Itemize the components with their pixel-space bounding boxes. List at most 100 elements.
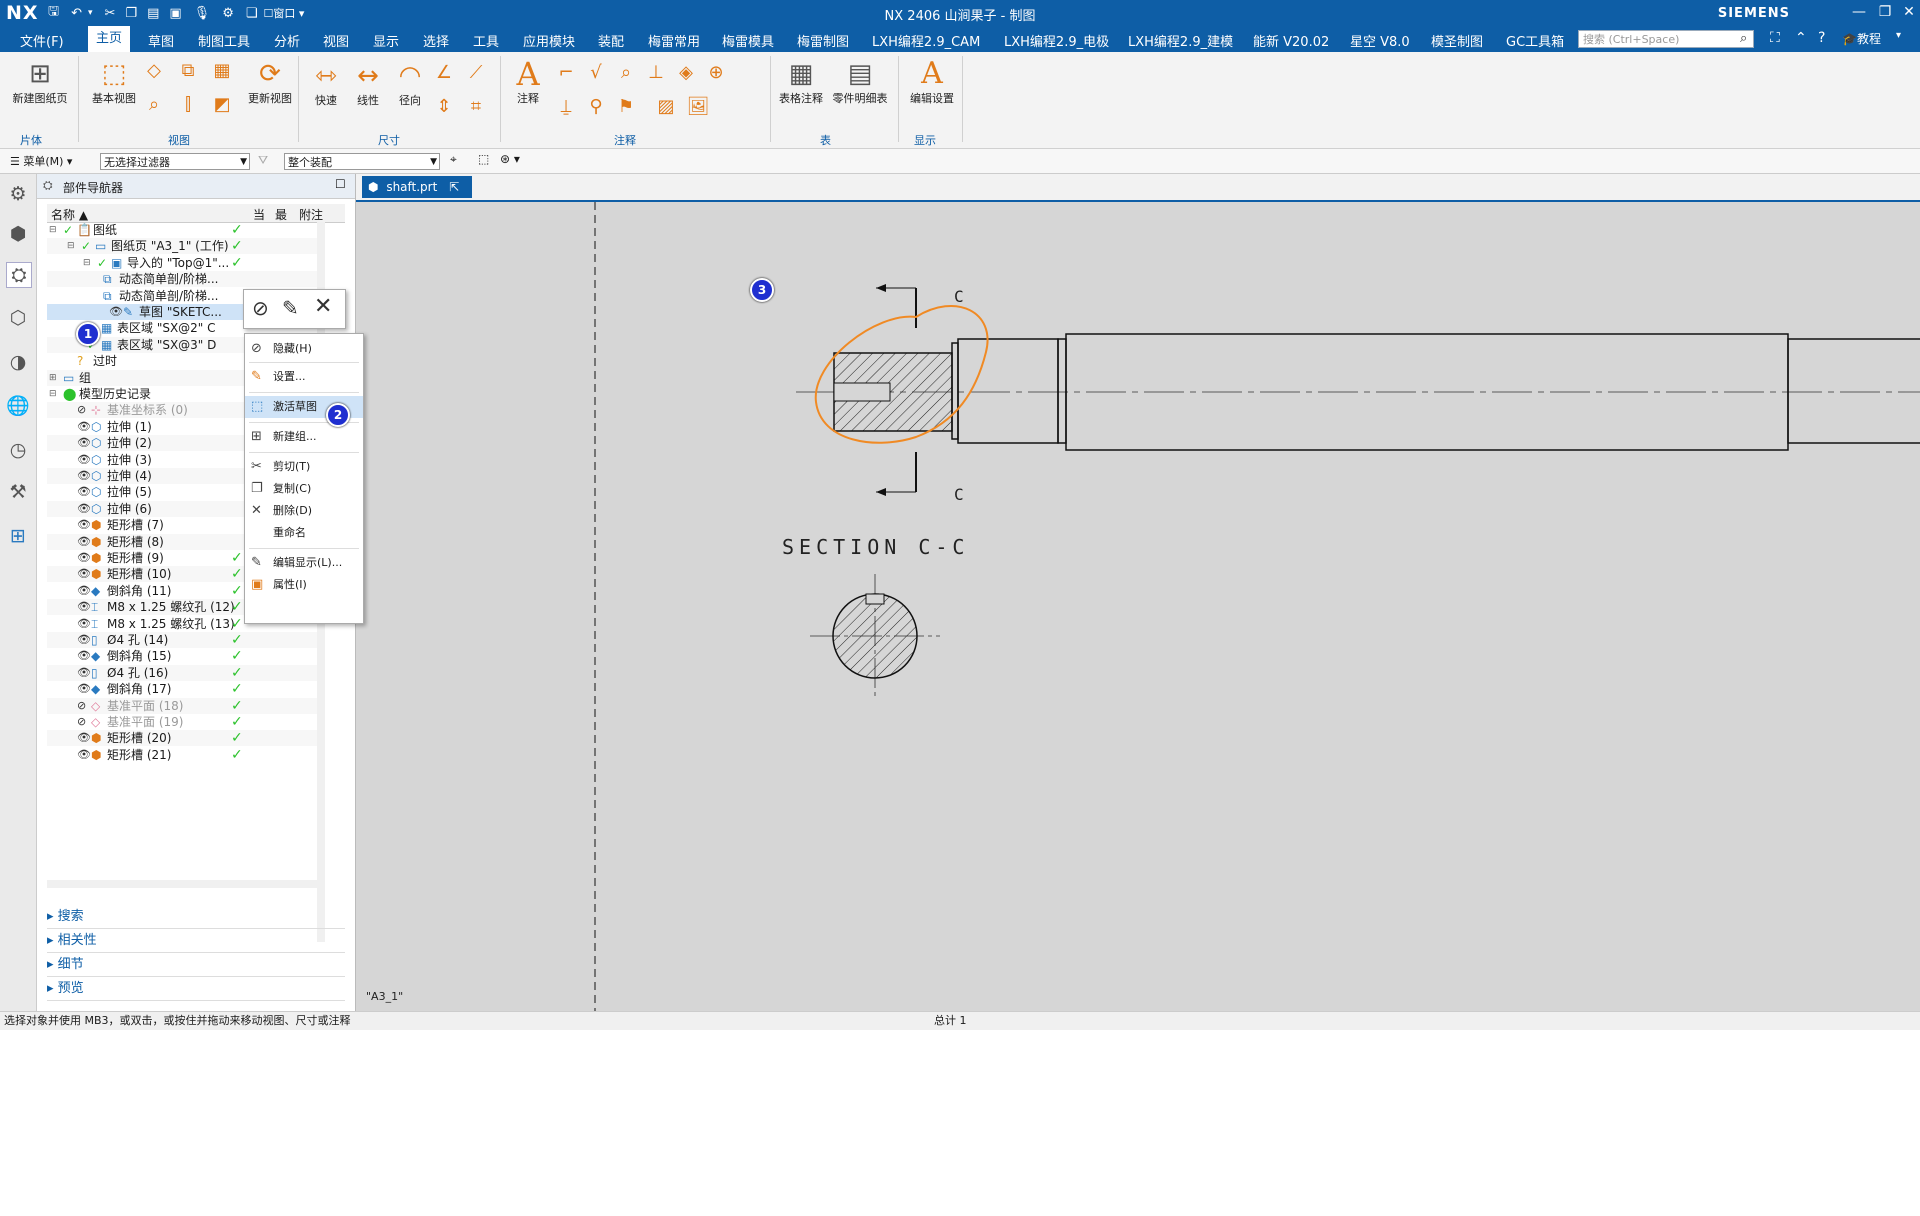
assembly-navigator-icon[interactable]: ⬢ [6,222,30,246]
ordinate-dimension-icon[interactable]: ⌗ [464,96,488,118]
tree-row[interactable]: 👁 ◆ 倒斜角 (15) ✓ [47,648,317,664]
visibility-icon[interactable]: 👁 [77,730,91,746]
visibility-icon[interactable]: ⊘ [77,714,86,730]
feature-control-frame-icon[interactable]: ⌐ [554,62,578,84]
visibility-icon[interactable]: 👁 [77,632,91,648]
break-view-icon[interactable]: ⌕ [142,94,166,116]
minimize-icon[interactable]: — [1846,4,1872,20]
collapse-ribbon-icon[interactable]: ⌃ [1795,30,1807,46]
menu-analysis[interactable]: 分析 [274,31,300,50]
section-details[interactable]: ▸ 细节 [47,954,345,977]
tree-row[interactable]: ⧉ 动态简单剖/阶梯... [47,271,317,288]
reuse-library-icon[interactable]: ⬡ [6,306,30,330]
visibility-icon[interactable]: 👁 [77,452,91,468]
view-creation-icon[interactable]: ⫿ [176,94,200,116]
menu-applications[interactable]: 应用模块 [523,31,575,50]
menu-select[interactable]: 选择 [423,31,449,50]
maximize-icon[interactable]: ☐ [335,177,346,191]
menu-button[interactable]: ☰ 菜单(M) ▾ [10,153,72,169]
tree-row[interactable]: 👁 ⬢ 矩形槽 (21) ✓ [47,747,317,763]
visibility-icon[interactable]: ⊘ [77,402,86,418]
more-icon[interactable]: ▾ [1896,30,1901,41]
menu-drafting-tools[interactable]: 制图工具 [198,31,250,50]
menu-meilei-common[interactable]: 梅雷常用 [648,31,700,50]
rapid-dimension-button[interactable]: ⇿ 快速 [306,60,346,108]
menu-mosheng[interactable]: 模圣制图 [1431,31,1483,50]
menu-item-settings[interactable]: ✎ 设置... [245,366,363,388]
web-browser-icon[interactable]: 🌐 [6,394,30,418]
help-icon[interactable]: ? [1818,30,1825,46]
graphics-window[interactable]: C C SECTION C-C "A3_1" 3 CSDN @山涧果子 [356,202,1920,1215]
weld-symbol-icon[interactable]: ⚑ [614,96,638,118]
column-current[interactable]: 当 [253,206,265,223]
tree-row[interactable]: ⊟ ✓ 📋 图纸 ✓ [47,222,317,238]
visibility-icon[interactable]: 👁 [77,517,91,533]
fill-icon[interactable]: ◈ [674,62,698,84]
visibility-icon[interactable]: 👁 [77,681,91,697]
visibility-check-icon[interactable]: ✓ [81,238,91,254]
history-icon[interactable]: ◷ [6,438,30,462]
visibility-icon[interactable]: 👁 [109,304,123,320]
visibility-icon[interactable]: 👁 [77,599,91,615]
id-symbol-icon[interactable]: ⍊ [554,96,578,118]
detail-view-icon[interactable]: ▦ [210,60,234,82]
delete-icon[interactable]: ✕ [314,294,332,319]
note-button[interactable]: A 注释 [506,58,550,106]
new-sheet-button[interactable]: ⊞ 新建图纸页 [8,58,72,106]
angular-dimension-icon[interactable]: ∠ [432,62,456,84]
visibility-icon[interactable]: 👁 [77,583,91,599]
tabular-note-button[interactable]: ▦ 表格注释 [776,58,826,106]
visibility-icon[interactable]: 👁 [77,419,91,435]
tree-row[interactable]: ⊘ ◇ 基准平面 (19) ✓ [47,714,317,730]
image-icon[interactable]: 🖼 [686,96,710,118]
menu-meilei-drafting[interactable]: 梅雷制图 [797,31,849,50]
visibility-icon[interactable]: 👁 [77,484,91,500]
expand-toggle-icon[interactable]: ⊟ [83,255,91,271]
menu-assemblies[interactable]: 装配 [598,31,624,50]
menu-meilei-mold[interactable]: 梅雷模具 [722,31,774,50]
menu-file[interactable]: 文件(F) [20,31,64,50]
edit-settings-button[interactable]: A 编辑设置 [906,58,958,106]
quick-pick-icon[interactable]: ⊛ ▾ [500,152,520,166]
visibility-icon[interactable]: 👁 [77,550,91,566]
edit-icon[interactable]: ✎ [282,296,299,320]
tree-row[interactable]: ⊘ ◇ 基准平面 (18) ✓ [47,697,317,714]
menu-lxh-modeling[interactable]: LXH编程2.9_建模 [1128,31,1233,50]
visibility-icon[interactable]: ⊘ [77,698,86,714]
snap-icon[interactable]: ⌖ [450,152,457,167]
linear-dimension-button[interactable]: ↔ 线性 [348,60,388,108]
visibility-check-icon[interactable]: ✓ [97,255,107,271]
tree-row[interactable]: 👁 ◆ 倒斜角 (17) ✓ [47,681,317,697]
menu-item-properties[interactable]: ▣ 属性(I) [245,574,363,596]
visibility-icon[interactable]: 👁 [77,616,91,632]
hide-icon[interactable]: ⊘ [252,296,269,320]
section-view-icon[interactable]: ⧉ [176,60,200,82]
process-studio-icon[interactable]: ⚒ [6,480,30,504]
menu-item-hide[interactable]: ⊘ 隐藏(H) [245,338,363,360]
visibility-icon[interactable]: 👁 [77,435,91,451]
filter-icon[interactable]: ⛛ [258,153,268,168]
menu-gc-toolbox[interactable]: GC工具箱 [1506,31,1564,50]
section-preview[interactable]: ▸ 预览 [47,978,345,1001]
menu-item-edit-display[interactable]: ✎ 编辑显示(L)... [245,552,363,574]
menu-sketch[interactable]: 草图 [148,31,174,50]
menu-item-new-group[interactable]: ⊞ 新建组... [245,426,363,448]
type-filter-select[interactable]: 无选择过滤器 ▼ [100,153,250,170]
target-point-icon[interactable]: ⊕ [704,62,728,84]
tab-shaft-prt[interactable]: ⬢ shaft.prt ⇱ ✕ [362,176,472,216]
menu-lxh-electrode[interactable]: LXH编程2.9_电极 [1004,31,1109,50]
update-view-button[interactable]: ⟳ 更新视图 [240,58,300,106]
menu-lxh-cam[interactable]: LXH编程2.9_CAM [872,31,980,50]
base-view-button[interactable]: ⬚ 基本视图 [84,58,144,106]
menu-item-rename[interactable]: 重命名 [245,522,363,544]
expand-toggle-icon[interactable]: ⊟ [49,386,57,402]
balloon-icon[interactable]: ⚲ [584,96,608,118]
datum-target-icon[interactable]: ⌕ [614,62,638,84]
chamfer-dimension-icon[interactable]: ⟋ [464,62,488,84]
tree-row[interactable]: ⊟ ✓ ▣ 导入的 "Top@1"... ✓ [47,255,317,271]
visibility-icon[interactable]: 👁 [77,665,91,681]
roles-icon[interactable]: ⊞ [6,524,30,548]
tree-row[interactable]: 👁 ▯ Ø4 孔 (16) ✓ [47,664,317,681]
surface-finish-icon[interactable]: √ [584,62,608,84]
visibility-icon[interactable]: 👁 [77,534,91,550]
